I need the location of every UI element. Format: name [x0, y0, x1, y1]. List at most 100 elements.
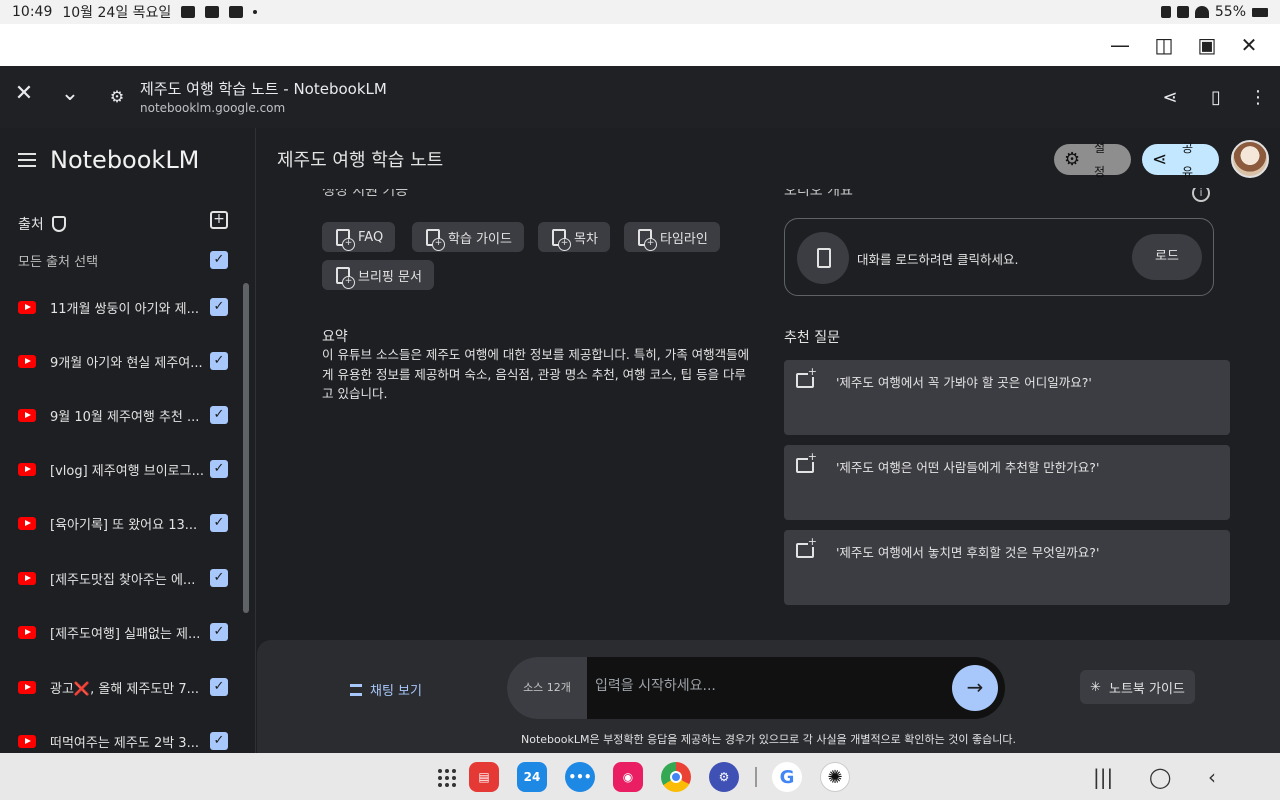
suggested-question-card[interactable]: '제주도 여행에서 놓치면 후회할 것은 무엇일까요?': [784, 530, 1230, 605]
source-label: [제주도맛집 찾아주는 에...: [50, 572, 196, 588]
send-button[interactable]: →: [952, 665, 998, 711]
source-checkbox[interactable]: ✓: [210, 460, 228, 478]
source-checkbox[interactable]: ✓: [210, 623, 228, 641]
share-icon[interactable]: ⋖: [1155, 82, 1185, 112]
google-app-icon[interactable]: G: [772, 762, 802, 792]
select-all-checkbox[interactable]: ✓: [210, 251, 228, 269]
close-window-icon[interactable]: ✕: [1237, 33, 1261, 57]
page-url[interactable]: notebooklm.google.com: [140, 101, 285, 115]
chat-view-icon: [350, 683, 362, 696]
chevron-down-icon[interactable]: ⌄: [55, 78, 85, 108]
sidebar-scrollbar[interactable]: [243, 283, 249, 613]
share-notebook-button[interactable]: ⋖ 공유: [1142, 141, 1219, 179]
window-bar: — ◫ ▣ ✕: [0, 24, 1280, 66]
google-letter: G: [779, 766, 795, 788]
source-checkbox[interactable]: ✓: [210, 352, 228, 370]
notebook-title[interactable]: 제주도 여행 학습 노트: [277, 146, 443, 172]
add-comment-icon: [796, 451, 817, 473]
chrome-app-icon[interactable]: [661, 762, 691, 792]
shopping-notification-icon: [205, 6, 220, 18]
youtube-notification-icon: [229, 6, 244, 18]
note-add-icon: [552, 228, 571, 251]
source-item[interactable]: [제주도맛집 찾아주는 에...: [18, 566, 218, 590]
source-item[interactable]: 9개월 아기와 현실 제주여...: [18, 349, 218, 373]
shield-icon: [51, 216, 66, 232]
table-of-contents-chip[interactable]: 목차: [538, 222, 610, 252]
timeline-chip[interactable]: 타임라인: [624, 222, 720, 252]
study-guide-chip[interactable]: 학습 가이드: [412, 222, 524, 252]
popup-view-icon[interactable]: ▣: [1195, 33, 1219, 57]
youtube-icon: [18, 516, 36, 530]
battery-icon: [1252, 7, 1268, 17]
source-label: 떠먹여주는 제주도 2박 3...: [50, 735, 199, 751]
gallery-notification-icon: [181, 6, 196, 18]
split-view-icon[interactable]: ◫: [1152, 33, 1176, 57]
source-item[interactable]: 9월 10월 제주여행 추천 ...: [18, 403, 218, 427]
settings-button[interactable]: ⚙ 설정: [1054, 141, 1131, 179]
chat-view-button[interactable]: 채팅 보기: [350, 680, 422, 699]
source-checkbox[interactable]: ✓: [210, 406, 228, 424]
notebook-guide-button[interactable]: ✳ 노트북 가이드: [1080, 670, 1195, 704]
hamburger-menu-icon[interactable]: [18, 153, 36, 167]
source-checkbox[interactable]: ✓: [210, 732, 228, 750]
source-checkbox[interactable]: ✓: [210, 569, 228, 587]
status-time: 10:49: [12, 4, 53, 20]
avatar[interactable]: [1231, 140, 1269, 178]
suggested-questions-heading: 추천 질문: [784, 330, 840, 346]
faq-chip[interactable]: FAQ: [322, 222, 396, 252]
apps-drawer-icon[interactable]: [438, 769, 456, 787]
source-count-badge[interactable]: 소스 12개: [507, 657, 587, 719]
source-label: 광고❌, 올해 제주도만 7...: [50, 681, 200, 697]
source-item[interactable]: 떠먹여주는 제주도 2박 3...: [18, 729, 218, 753]
dock-separator: [755, 767, 757, 787]
minimize-icon[interactable]: —: [1108, 33, 1132, 57]
chatgpt-app-icon[interactable]: ✺: [820, 762, 850, 792]
mute-icon: [1176, 6, 1189, 18]
source-item[interactable]: [육아기록] 또 왔어요 13...: [18, 511, 218, 535]
app-logo[interactable]: NotebookLM: [50, 146, 199, 174]
calendar-day: 24: [523, 770, 541, 784]
select-all-label: 모든 출처 선택: [18, 255, 99, 270]
calendar-app-icon[interactable]: 24: [517, 762, 547, 792]
load-button[interactable]: 로드: [1132, 234, 1202, 280]
notes-app-icon[interactable]: ▤: [469, 762, 499, 792]
source-item[interactable]: [vlog] 제주여행 브이로그...: [18, 457, 218, 481]
source-item[interactable]: 11개월 쌍둥이 아기와 제...: [18, 295, 218, 319]
home-icon[interactable]: ◯: [1149, 765, 1171, 789]
recent-apps-icon[interactable]: |||: [1093, 765, 1113, 789]
note-add-icon: [426, 228, 445, 251]
question-text: '제주도 여행에서 꼭 가봐야 할 곳은 어디일까요?': [836, 375, 1092, 390]
bookmark-icon[interactable]: ▯: [1201, 82, 1231, 112]
add-source-button[interactable]: +: [210, 211, 228, 229]
site-settings-icon[interactable]: ⚙: [102, 81, 132, 111]
more-options-icon[interactable]: ⋮: [1243, 82, 1273, 112]
camera-app-icon[interactable]: ◉: [613, 762, 643, 792]
source-label: [육아기록] 또 왔어요 13...: [50, 517, 198, 533]
wifi-icon: [1194, 6, 1209, 18]
summary-text: 이 유튜브 소스들은 제주도 여행에 대한 정보를 제공합니다. 특히, 가족 …: [322, 347, 750, 401]
question-text: '제주도 여행은 어떤 사람들에게 추천할 만한가요?': [836, 460, 1100, 475]
chip-label: 타임라인: [660, 231, 708, 247]
source-item[interactable]: 광고❌, 올해 제주도만 7...: [18, 675, 218, 699]
youtube-icon: [18, 734, 36, 748]
messages-app-icon[interactable]: •••: [565, 762, 595, 792]
sparkle-icon: ✳: [1090, 679, 1101, 695]
suggested-question-card[interactable]: '제주도 여행은 어떤 사람들에게 추천할 만한가요?': [784, 445, 1230, 520]
source-checkbox[interactable]: ✓: [210, 298, 228, 316]
back-icon[interactable]: ‹: [1208, 765, 1216, 789]
briefing-doc-chip[interactable]: 브리핑 문서: [322, 260, 434, 290]
source-checkbox[interactable]: ✓: [210, 678, 228, 696]
sources-sidebar: NotebookLM 출처 + 모든 출처 선택 ✓ 11개월 쌍둥이 아기와 …: [0, 128, 256, 753]
chat-view-label: 채팅 보기: [370, 684, 422, 699]
chat-panel: 채팅 보기 소스 12개 입력을 시작하세요... → ✳ 노트북 가이드 No…: [257, 640, 1280, 753]
youtube-icon: [18, 625, 36, 639]
close-tab-icon[interactable]: ✕: [9, 78, 39, 108]
suggested-question-card[interactable]: '제주도 여행에서 꼭 가봐야 할 곳은 어디일까요?': [784, 360, 1230, 435]
settings-app-icon[interactable]: ⚙: [709, 762, 739, 792]
chat-input[interactable]: 입력을 시작하세요...: [595, 657, 716, 719]
source-item[interactable]: [제주도여행] 실패없는 제...: [18, 620, 218, 644]
chip-label: 브리핑 문서: [358, 269, 422, 285]
source-checkbox[interactable]: ✓: [210, 514, 228, 532]
note-add-icon: [336, 266, 355, 289]
page-title: 제주도 여행 학습 노트 - NotebookLM: [140, 80, 387, 98]
